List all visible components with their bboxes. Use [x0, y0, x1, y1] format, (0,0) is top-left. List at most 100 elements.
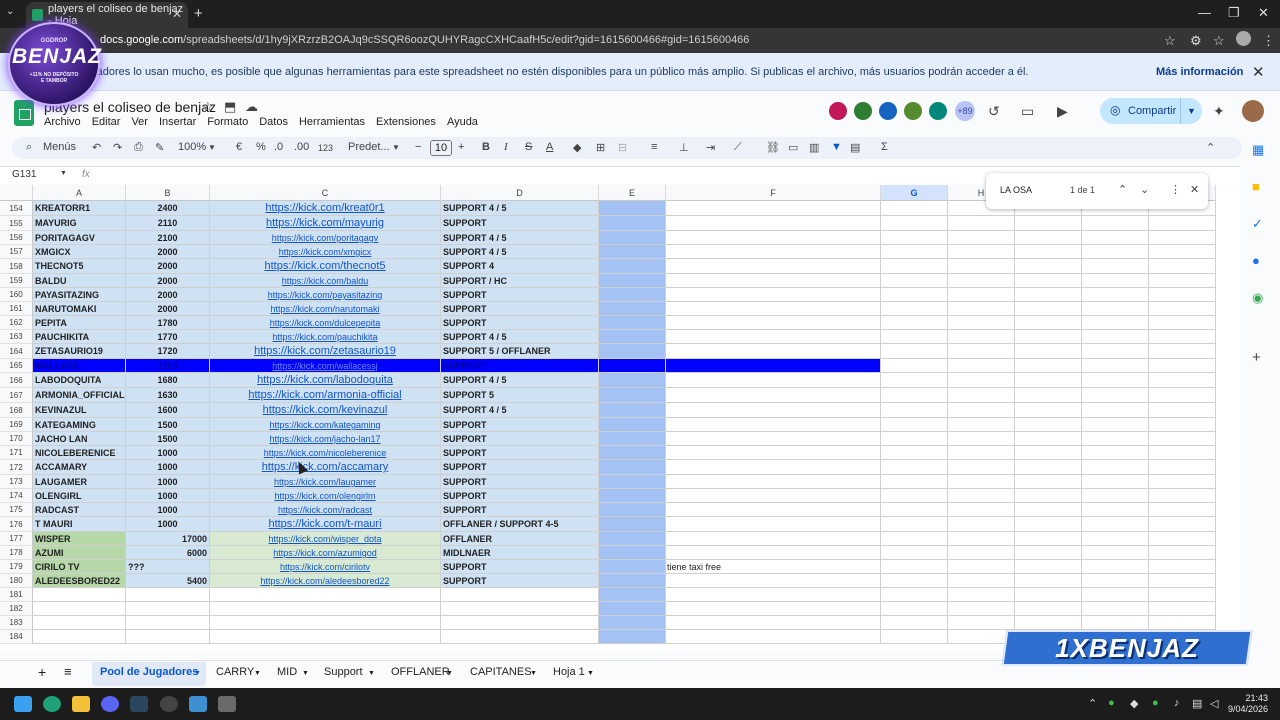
- cell-g[interactable]: [881, 388, 948, 403]
- cell-d[interactable]: SUPPORT: [441, 288, 599, 302]
- cell[interactable]: [1082, 288, 1149, 302]
- cell[interactable]: [1082, 588, 1149, 602]
- column-header-a[interactable]: A: [33, 185, 126, 201]
- row-header[interactable]: 170: [0, 432, 33, 446]
- cell-d[interactable]: SUPPORT: [441, 460, 599, 475]
- row-header[interactable]: 179: [0, 560, 33, 574]
- cell-d[interactable]: SUPPORT: [441, 418, 599, 432]
- network-icon[interactable]: ▤: [1192, 697, 1202, 710]
- menu-ver[interactable]: Ver: [131, 116, 148, 132]
- comments-icon[interactable]: ▭: [1021, 103, 1034, 120]
- cell-a[interactable]: PORITAGAGV: [33, 231, 126, 245]
- cell-a[interactable]: LAUGAMER: [33, 475, 126, 489]
- column-header-d[interactable]: D: [441, 185, 599, 201]
- microphone-icon[interactable]: ♪: [1174, 697, 1180, 709]
- cell-d[interactable]: SUPPORT: [441, 302, 599, 316]
- cell-a[interactable]: T MAURI: [33, 517, 126, 532]
- strikethrough-button[interactable]: S: [525, 141, 532, 153]
- fill-color-icon[interactable]: ◆: [573, 141, 581, 154]
- share-dropdown-icon[interactable]: ▼: [1180, 98, 1202, 124]
- cell-f[interactable]: [666, 503, 881, 517]
- cell-a[interactable]: ACCAMARY: [33, 460, 126, 475]
- column-header-e[interactable]: E: [599, 185, 666, 201]
- find-next-icon[interactable]: ⌄: [1140, 183, 1149, 196]
- cell-g[interactable]: [881, 489, 948, 503]
- filter-views-icon[interactable]: ▤: [850, 141, 860, 154]
- cell[interactable]: [1149, 560, 1216, 574]
- undo-icon[interactable]: ↶: [92, 141, 101, 154]
- sheet-tab-hoja-1[interactable]: Hoja 1: [553, 666, 585, 678]
- cell[interactable]: [1082, 231, 1149, 245]
- cell-b[interactable]: 5400: [126, 574, 210, 588]
- sheet-tab-mid[interactable]: MID: [277, 666, 297, 678]
- cell-a[interactable]: KREATORR1: [33, 201, 126, 216]
- cell-d[interactable]: SUPPORT 4 / 5: [441, 201, 599, 216]
- cell-e[interactable]: [599, 330, 666, 344]
- cell-h[interactable]: [948, 574, 1015, 588]
- cell-e[interactable]: [599, 574, 666, 588]
- cell-c[interactable]: https://kick.com/poritagagv: [210, 231, 441, 245]
- cell-a[interactable]: RADCAST: [33, 503, 126, 517]
- sheet-tab-capitanes[interactable]: CAPITANES: [470, 666, 532, 678]
- cell-e[interactable]: [599, 344, 666, 359]
- select-all-corner[interactable]: [0, 185, 33, 201]
- row-header[interactable]: 161: [0, 302, 33, 316]
- cell-b[interactable]: 17000: [126, 532, 210, 546]
- cell-f[interactable]: [666, 432, 881, 446]
- cell-a[interactable]: XMGICX: [33, 245, 126, 259]
- cell[interactable]: [1015, 517, 1082, 532]
- cell-a[interactable]: [33, 588, 126, 602]
- cell-b[interactable]: ???: [126, 560, 210, 574]
- cell-h[interactable]: [948, 288, 1015, 302]
- notepad-icon[interactable]: [189, 696, 207, 712]
- cell-e[interactable]: [599, 588, 666, 602]
- cell-e[interactable]: [599, 475, 666, 489]
- cell[interactable]: [1082, 373, 1149, 388]
- cell-f[interactable]: [666, 274, 881, 288]
- cell[interactable]: [1149, 503, 1216, 517]
- collaborator-avatar[interactable]: [902, 100, 924, 122]
- column-header-c[interactable]: C: [210, 185, 441, 201]
- cell-e[interactable]: [599, 373, 666, 388]
- bookmark-star-icon[interactable]: ☆: [1164, 33, 1176, 49]
- cell-d[interactable]: SUPPORT 4 / 5: [441, 231, 599, 245]
- row-header[interactable]: 183: [0, 616, 33, 630]
- cell-f[interactable]: [666, 460, 881, 475]
- zoom-dropdown-icon[interactable]: ▼: [208, 143, 216, 152]
- cell-d[interactable]: SUPPORT 4: [441, 259, 599, 274]
- cell-g[interactable]: [881, 503, 948, 517]
- cell[interactable]: [1015, 602, 1082, 616]
- cell-e[interactable]: [599, 359, 666, 373]
- gemini-icon[interactable]: ✦: [1213, 103, 1225, 120]
- row-header[interactable]: 174: [0, 489, 33, 503]
- row-header[interactable]: 178: [0, 546, 33, 560]
- cell-f[interactable]: [666, 403, 881, 418]
- history-icon[interactable]: ↺: [988, 103, 1000, 120]
- cell[interactable]: [1015, 418, 1082, 432]
- sheet-tab-support[interactable]: Support: [324, 666, 363, 678]
- menu-ayuda[interactable]: Ayuda: [447, 116, 478, 132]
- cell-b[interactable]: 2000: [126, 274, 210, 288]
- find-previous-icon[interactable]: ⌃: [1118, 183, 1127, 196]
- italic-button[interactable]: I: [504, 141, 508, 153]
- cell-c[interactable]: https://kick.com/kevinazul: [210, 403, 441, 418]
- menu-archivo[interactable]: Archivo: [44, 116, 81, 132]
- paint-format-icon[interactable]: ✎: [155, 141, 164, 154]
- row-header[interactable]: 181: [0, 588, 33, 602]
- cell-d[interactable]: OFFLANER: [441, 532, 599, 546]
- cell-d[interactable]: SUPPORT: [441, 503, 599, 517]
- bold-button[interactable]: B: [482, 141, 490, 153]
- cell-e[interactable]: [599, 503, 666, 517]
- cell-g[interactable]: [881, 316, 948, 330]
- cell-g[interactable]: [881, 259, 948, 274]
- cell-h[interactable]: [948, 460, 1015, 475]
- user-avatar[interactable]: [1242, 100, 1264, 122]
- cell-h[interactable]: [948, 231, 1015, 245]
- cell-d[interactable]: OFFLANER / SUPPORT 4-5: [441, 517, 599, 532]
- cell-c[interactable]: https://kick.com/wallacessj: [210, 359, 441, 373]
- cloud-status-icon[interactable]: ☁: [245, 99, 258, 115]
- cell-c[interactable]: https://kick.com/mayurig: [210, 216, 441, 231]
- cell[interactable]: [1015, 359, 1082, 373]
- sheet-tab-offlaner[interactable]: OFFLANER: [391, 666, 450, 678]
- redo-icon[interactable]: ↷: [113, 141, 122, 154]
